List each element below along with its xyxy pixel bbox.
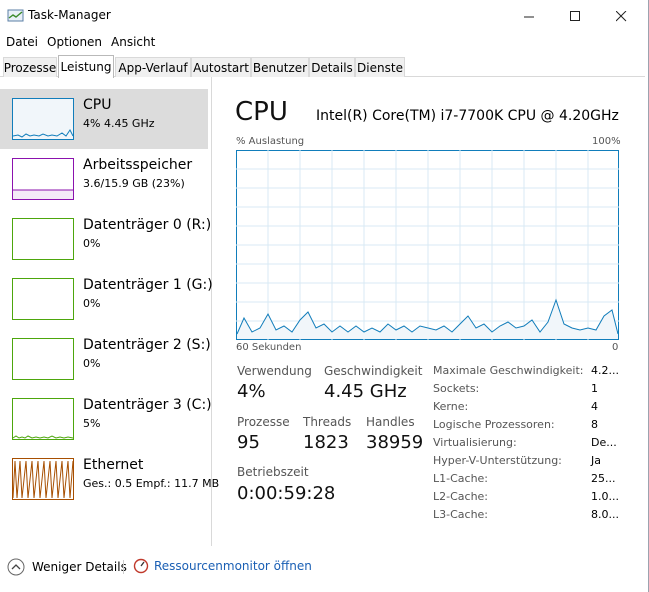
menu-bar: Datei Optionen Ansicht	[0, 32, 645, 52]
cpu-usage-graph	[236, 150, 619, 340]
ethernet-thumbnail-graph	[12, 458, 74, 500]
graph-top-left-label: % Auslastung	[236, 136, 305, 147]
sidebar-item-label: Datenträger 0 (R:)	[83, 217, 212, 233]
menu-optionen[interactable]: Optionen	[47, 35, 102, 49]
memory-thumbnail-graph	[12, 158, 74, 200]
disk-3-thumbnail-graph	[12, 398, 74, 440]
processes-value: 95	[237, 432, 260, 453]
maximize-icon	[569, 10, 580, 21]
sidebar-item-label: Arbeitsspeicher	[83, 157, 193, 173]
tab-app-verlauf[interactable]: App-Verlauf	[115, 57, 191, 77]
detail-key: Kerne:	[433, 400, 469, 413]
resource-list: CPU 4% 4.45 GHz Arbeitsspeicher 3.6/15.9…	[0, 77, 219, 546]
task-manager-window: Task-Manager Datei Optionen Ansicht Proz…	[0, 0, 649, 592]
resource-monitor-link[interactable]: Ressourcenmonitor öffnen	[133, 558, 312, 574]
processes-label: Prozesse	[237, 415, 290, 429]
sidebar-item-disk-3[interactable]: Datenträger 3 (C:) 5%	[0, 389, 212, 449]
cpu-thumbnail-graph	[12, 98, 74, 140]
handles-label: Handles	[366, 415, 415, 429]
fewer-details-label: Weniger Details	[32, 560, 127, 574]
detail-key: Maximale Geschwindigkeit:	[433, 364, 584, 377]
menu-ansicht[interactable]: Ansicht	[111, 35, 155, 49]
detail-value: Ja	[591, 454, 601, 467]
cpu-model-name: Intel(R) Core(TM) i7-7700K CPU @ 4.20GHz	[316, 108, 619, 124]
task-manager-app-icon	[7, 9, 24, 22]
sidebar-item-label: Datenträger 1 (G:)	[83, 277, 213, 293]
detail-key: L2-Cache:	[433, 490, 489, 503]
tab-benutzer[interactable]: Benutzer	[251, 57, 309, 77]
menu-datei[interactable]: Datei	[6, 35, 38, 49]
detail-value: 4.2...	[591, 364, 619, 377]
window-title: Task-Manager	[28, 8, 111, 22]
sidebar-item-value: 0%	[83, 357, 101, 370]
uptime-value: 0:00:59:28	[237, 483, 336, 504]
close-button[interactable]	[598, 0, 644, 32]
sidebar-item-value: 5%	[83, 417, 101, 430]
detail-value: 8.0...	[591, 508, 619, 521]
sidebar-item-memory[interactable]: Arbeitsspeicher 3.6/15.9 GB (23%)	[0, 149, 208, 209]
tab-bar: Prozesse Leistung App-Verlauf Autostart …	[0, 55, 645, 78]
sidebar-item-ethernet[interactable]: Ethernet Ges.: 0.5 Empf.: 11.7 MB	[0, 449, 219, 509]
sidebar-item-disk-0[interactable]: Datenträger 0 (R:) 0%	[0, 209, 212, 269]
footer-separator	[123, 560, 124, 574]
usage-value: 4%	[237, 381, 266, 402]
close-icon	[615, 10, 626, 21]
cpu-detail-panel: CPU Intel(R) Core(TM) i7-7700K CPU @ 4.2…	[213, 77, 645, 546]
tab-leistung[interactable]: Leistung	[58, 55, 114, 78]
sidebar-item-label: Datenträger 3 (C:)	[83, 397, 212, 413]
sidebar-item-label: Ethernet	[83, 457, 144, 473]
detail-value: De...	[591, 436, 617, 449]
footer-bar: Weniger Details Ressourcenmonitor öffnen	[0, 556, 645, 580]
threads-value: 1823	[303, 432, 349, 453]
detail-value: 4	[591, 400, 598, 413]
threads-label: Threads	[303, 415, 352, 429]
detail-key: L3-Cache:	[433, 508, 489, 521]
sidebar-item-value: 4% 4.45 GHz	[83, 117, 155, 130]
maximize-button[interactable]	[552, 0, 598, 32]
graph-bottom-left-label: 60 Sekunden	[236, 342, 302, 353]
disk-2-thumbnail-graph	[12, 338, 74, 380]
fewer-details-button[interactable]: Weniger Details	[7, 558, 127, 576]
tab-details[interactable]: Details	[309, 57, 355, 77]
speed-value: 4.45 GHz	[324, 381, 407, 402]
tab-dienste[interactable]: Dienste	[355, 57, 405, 77]
resource-monitor-icon	[133, 558, 149, 574]
sidebar-item-label: Datenträger 2 (S:)	[83, 337, 211, 353]
panel-title: CPU	[235, 97, 288, 127]
graph-top-right-label: 100%	[592, 136, 621, 147]
detail-value: 8	[591, 418, 598, 431]
sidebar-item-value: Ges.: 0.5 Empf.: 11.7 MB	[83, 477, 220, 490]
handles-value: 38959	[366, 432, 424, 453]
speed-label: Geschwindigkeit	[324, 364, 423, 378]
detail-value: 25...	[591, 472, 616, 485]
detail-key: Virtualisierung:	[433, 436, 517, 449]
title-bar[interactable]: Task-Manager	[0, 0, 645, 32]
minimize-button[interactable]	[506, 0, 552, 32]
sidebar-item-label: CPU	[83, 97, 112, 113]
chevron-up-circle-icon	[7, 558, 25, 576]
detail-key: Hyper-V-Unterstützung:	[433, 454, 562, 467]
tab-prozesse[interactable]: Prozesse	[3, 57, 57, 77]
disk-1-thumbnail-graph	[12, 278, 74, 320]
sidebar-item-value: 0%	[83, 237, 101, 250]
detail-key: Logische Prozessoren:	[433, 418, 555, 431]
tab-autostart[interactable]: Autostart	[191, 57, 251, 77]
sidebar-item-disk-2[interactable]: Datenträger 2 (S:) 0%	[0, 329, 211, 389]
sidebar-item-value: 0%	[83, 297, 101, 310]
uptime-label: Betriebszeit	[237, 465, 309, 479]
graph-bottom-right-label: 0	[612, 342, 619, 353]
usage-label: Verwendung	[237, 364, 312, 378]
detail-key: L1-Cache:	[433, 472, 489, 485]
minimize-icon	[523, 16, 534, 17]
resource-monitor-label: Ressourcenmonitor öffnen	[154, 559, 312, 573]
sidebar-item-cpu[interactable]: CPU 4% 4.45 GHz	[0, 89, 208, 149]
detail-value: 1	[591, 382, 598, 395]
sidebar-item-value: 3.6/15.9 GB (23%)	[83, 177, 185, 190]
detail-value: 1.0...	[591, 490, 619, 503]
disk-0-thumbnail-graph	[12, 218, 74, 260]
sidebar-item-disk-1[interactable]: Datenträger 1 (G:) 0%	[0, 269, 213, 329]
detail-key: Sockets:	[433, 382, 480, 395]
